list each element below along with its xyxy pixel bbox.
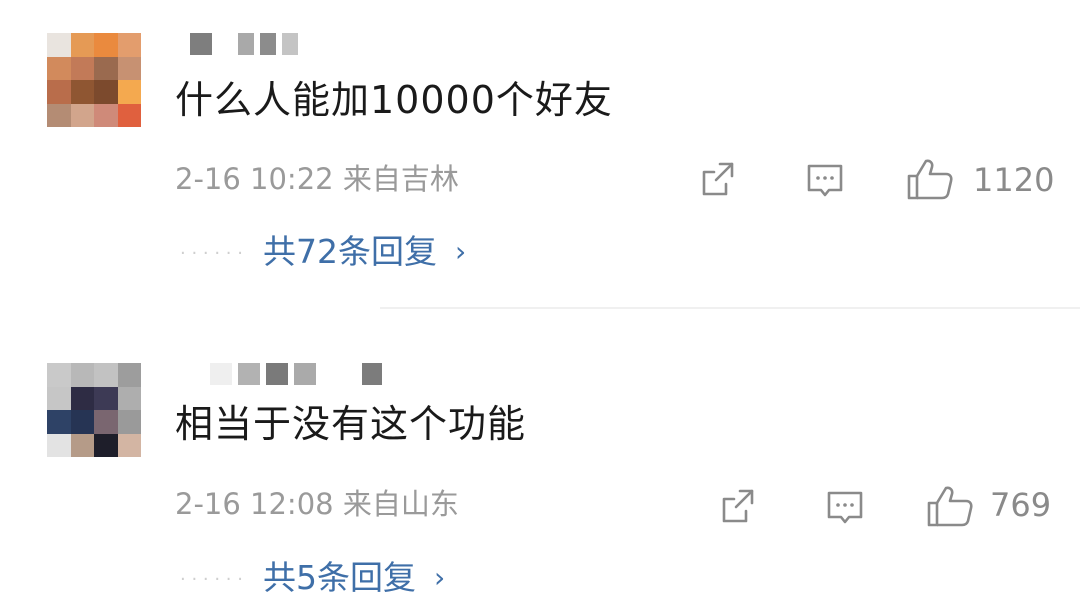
avatar-pixel bbox=[70, 433, 94, 457]
avatar-pixel bbox=[47, 33, 71, 57]
avatar[interactable] bbox=[47, 363, 141, 457]
comment-text: 相当于没有这个功能 bbox=[175, 402, 527, 446]
comment-icon[interactable] bbox=[805, 160, 845, 200]
username-pixelated[interactable] bbox=[190, 33, 298, 55]
avatar-pixel bbox=[117, 33, 141, 57]
share-icon[interactable] bbox=[698, 160, 738, 200]
username-pixelated[interactable] bbox=[210, 363, 382, 385]
view-replies-link[interactable]: 共72条回复 › bbox=[263, 232, 466, 274]
chevron-right-icon: › bbox=[434, 561, 446, 594]
username-pixel bbox=[362, 363, 382, 385]
comment-time: 2-16 12:08 bbox=[175, 487, 334, 521]
avatar-pixel bbox=[70, 410, 94, 434]
divider bbox=[380, 307, 1080, 309]
avatar-pixel bbox=[47, 56, 71, 80]
thumbs-up-icon[interactable] bbox=[906, 157, 954, 201]
avatar-pixel bbox=[47, 386, 71, 410]
avatar-pixel bbox=[94, 56, 118, 80]
like-count: 769 bbox=[990, 486, 1052, 524]
avatar-pixel bbox=[47, 433, 71, 457]
avatar-pixel bbox=[70, 363, 94, 387]
avatar-pixel bbox=[94, 433, 118, 457]
avatar-pixel bbox=[117, 56, 141, 80]
chevron-right-icon: › bbox=[455, 235, 467, 268]
avatar-pixel bbox=[47, 103, 71, 127]
replies-label: 共5条回复 bbox=[263, 558, 416, 597]
avatar-pixel bbox=[47, 410, 71, 434]
avatar-pixel bbox=[94, 410, 118, 434]
username-pixel bbox=[210, 363, 232, 385]
avatar-pixel bbox=[94, 363, 118, 387]
comment-meta: 2-16 10:22 来自吉林 bbox=[175, 161, 459, 197]
username-pixel bbox=[260, 33, 276, 55]
comment-meta: 2-16 12:08 来自山东 bbox=[175, 486, 459, 522]
replies-label: 共72条回复 bbox=[263, 232, 437, 271]
avatar[interactable] bbox=[47, 33, 141, 127]
avatar-pixel bbox=[70, 103, 94, 127]
avatar-pixel bbox=[94, 103, 118, 127]
comment-location: 来自吉林 bbox=[342, 162, 459, 196]
username-pixel bbox=[238, 33, 254, 55]
username-pixel bbox=[190, 33, 212, 55]
comment-icon[interactable] bbox=[825, 487, 865, 527]
view-replies-link[interactable]: 共5条回复 › bbox=[263, 558, 445, 600]
avatar-pixel bbox=[117, 363, 141, 387]
comment-text: 什么人能加10000个好友 bbox=[175, 78, 613, 122]
username-pixel bbox=[266, 363, 288, 385]
username-pixel bbox=[218, 33, 232, 55]
avatar-pixel bbox=[94, 386, 118, 410]
username-pixel bbox=[322, 363, 356, 385]
avatar-pixel bbox=[70, 56, 94, 80]
reply-dots: · · · · · · bbox=[180, 243, 243, 264]
comment-item: 相当于没有这个功能 2-16 12:08 来自山东 769 · · · · · … bbox=[0, 330, 1080, 614]
avatar-pixel bbox=[47, 80, 71, 104]
avatar-pixel bbox=[117, 433, 141, 457]
avatar-pixel bbox=[94, 80, 118, 104]
avatar-pixel bbox=[117, 386, 141, 410]
comment-time: 2-16 10:22 bbox=[175, 162, 334, 196]
avatar-pixel bbox=[70, 386, 94, 410]
avatar-pixel bbox=[70, 33, 94, 57]
username-pixel bbox=[282, 33, 298, 55]
avatar-pixel bbox=[117, 103, 141, 127]
avatar-pixel bbox=[117, 80, 141, 104]
avatar-pixel bbox=[117, 410, 141, 434]
avatar-pixel bbox=[47, 363, 71, 387]
comment-item: 什么人能加10000个好友 2-16 10:22 来自吉林 1120 · · ·… bbox=[0, 0, 1080, 305]
avatar-pixel bbox=[94, 33, 118, 57]
share-icon[interactable] bbox=[718, 487, 758, 527]
reply-dots: · · · · · · bbox=[180, 569, 243, 590]
username-pixel bbox=[294, 363, 316, 385]
thumbs-up-icon[interactable] bbox=[926, 484, 974, 528]
comment-location: 来自山东 bbox=[342, 487, 459, 521]
username-pixel bbox=[238, 363, 260, 385]
like-count: 1120 bbox=[973, 161, 1055, 199]
avatar-pixel bbox=[70, 80, 94, 104]
